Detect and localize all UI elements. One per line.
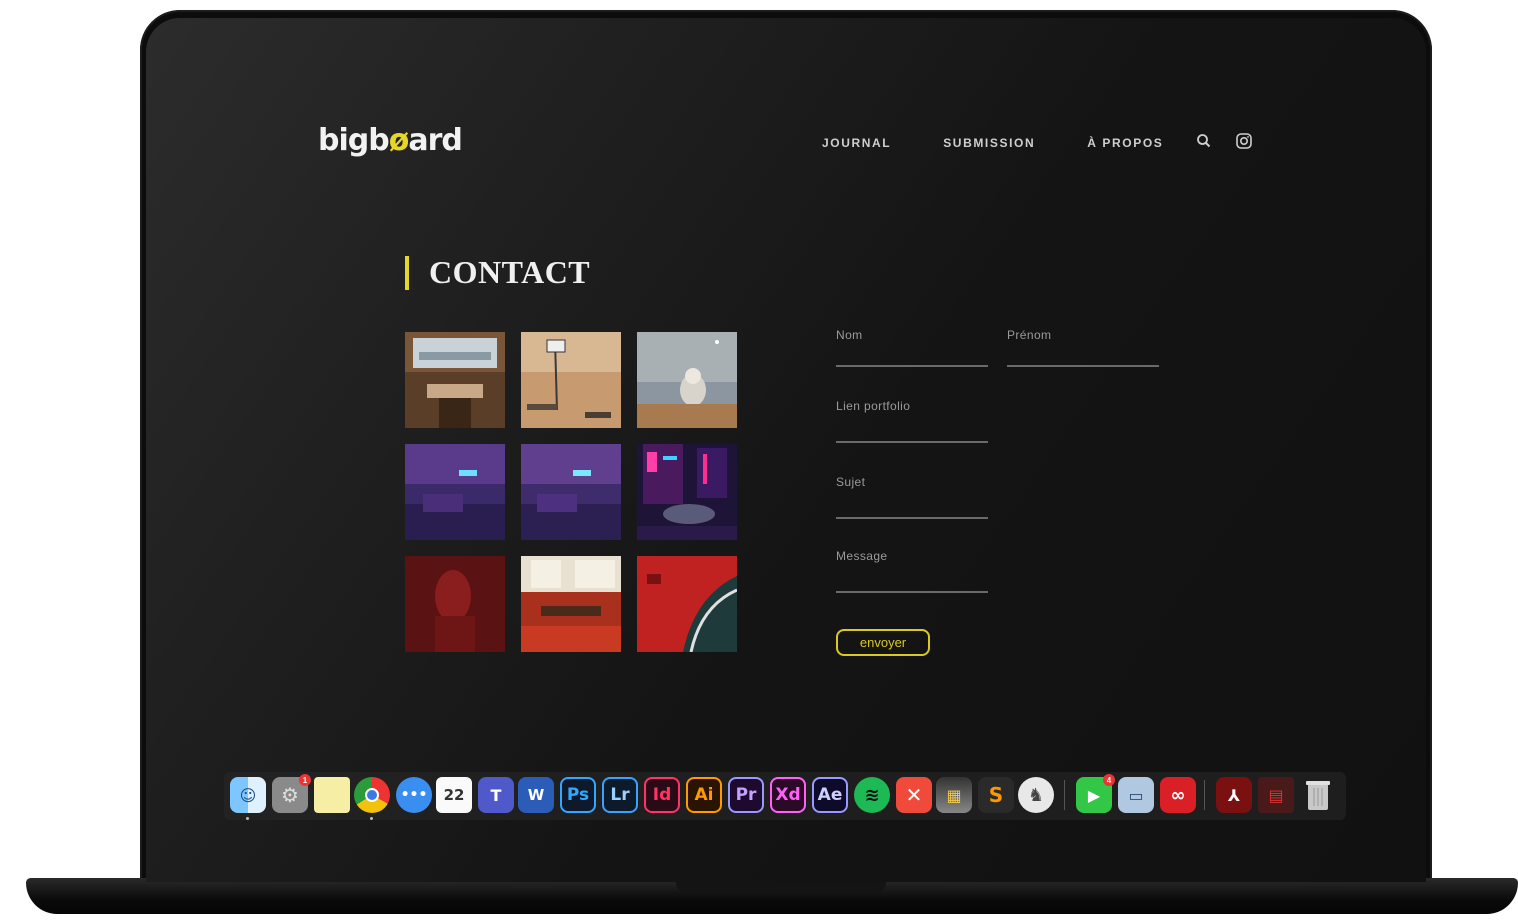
nom-input[interactable]: [836, 344, 988, 364]
page-title: CONTACT: [429, 254, 591, 290]
search-icon[interactable]: [1195, 132, 1213, 150]
elephant-app-icon[interactable]: ♞: [1018, 777, 1054, 813]
laptop-notch: [676, 880, 886, 894]
facetime-badge: 4: [1103, 774, 1115, 786]
dock-separator-2: [1204, 780, 1205, 810]
dock-separator: [1064, 780, 1065, 810]
submit-button[interactable]: envoyer: [836, 629, 930, 656]
portfolio-label: Lien portfolio: [836, 399, 911, 413]
illustrator-icon[interactable]: Ai: [686, 777, 722, 813]
nom-label: Nom: [836, 328, 863, 342]
logo-accent: ø: [388, 123, 410, 158]
logo-text-1: bigb: [318, 123, 390, 158]
calendar-icon[interactable]: 22: [436, 777, 472, 813]
nav-journal[interactable]: JOURNAL: [822, 136, 891, 150]
nom-underline: [836, 365, 988, 367]
message-input[interactable]: [836, 567, 988, 587]
calendar-day: 22: [443, 786, 465, 804]
main-nav: JOURNAL SUBMISSION À PROPOS: [822, 136, 1215, 150]
sujet-input[interactable]: [836, 493, 988, 513]
after-effects-icon[interactable]: Ae: [812, 777, 848, 813]
gallery-image-neon-room-1[interactable]: [405, 444, 505, 540]
sublime-icon[interactable]: S: [978, 777, 1014, 813]
prenom-field: Prénom: [1007, 328, 1159, 368]
message-underline: [836, 591, 988, 593]
portfolio-field: Lien portfolio: [836, 399, 988, 443]
portfolio-input[interactable]: [836, 417, 988, 437]
gallery-image-red-statue[interactable]: [405, 556, 505, 652]
teams-icon[interactable]: T: [478, 777, 514, 813]
finder-icon[interactable]: ☺: [230, 777, 266, 820]
logo-text-2: ard: [408, 123, 463, 158]
nav-submission[interactable]: SUBMISSION: [943, 136, 1035, 150]
nav-a-propos[interactable]: À PROPOS: [1087, 136, 1163, 150]
message-field: Message: [836, 549, 988, 593]
notes-icon[interactable]: [314, 777, 350, 813]
dock: ☺ ⚙ 1 ••• 22 T W Ps Lr Id Ai Pr Xd Ae ≋ ✕…: [224, 772, 1346, 820]
nom-field: Nom: [836, 328, 988, 368]
gallery-image-neon-room-2[interactable]: [521, 444, 621, 540]
preview-icon[interactable]: ▭: [1118, 777, 1154, 813]
lightroom-icon[interactable]: Lr: [602, 777, 638, 813]
title-accent-bar: [405, 256, 409, 290]
premiere-icon[interactable]: Pr: [728, 777, 764, 813]
gallery-image-astronaut-meadow[interactable]: [637, 332, 737, 428]
sujet-field: Sujet: [836, 475, 988, 519]
prenom-input[interactable]: [1007, 344, 1159, 364]
documents-folder-icon[interactable]: ▤: [1258, 777, 1294, 813]
system-preferences-icon[interactable]: ⚙ 1: [272, 774, 311, 813]
gallery-image-room-interior[interactable]: [405, 332, 505, 428]
site-logo[interactable]: bigbøard: [318, 123, 463, 158]
final-cut-icon[interactable]: ▦: [936, 777, 972, 813]
creative-cloud-icon[interactable]: ∞: [1160, 777, 1196, 813]
trash-icon[interactable]: [1300, 777, 1336, 813]
prenom-underline: [1007, 365, 1159, 367]
messages-icon[interactable]: •••: [396, 777, 432, 813]
facetime-icon[interactable]: ▶ 4: [1076, 774, 1115, 813]
sujet-underline: [836, 517, 988, 519]
xmind-icon[interactable]: ✕: [896, 777, 932, 813]
settings-badge: 1: [299, 774, 311, 786]
screen: bigbøard JOURNAL SUBMISSION À PROPOS CON…: [146, 18, 1426, 882]
instagram-icon[interactable]: [1235, 132, 1253, 150]
acrobat-icon[interactable]: ⅄: [1216, 777, 1252, 813]
xd-icon[interactable]: Xd: [770, 777, 806, 813]
gallery-image-desert-hoop[interactable]: [521, 332, 621, 428]
gallery-image-neon-city-car[interactable]: [637, 444, 737, 540]
spotify-icon[interactable]: ≋: [854, 777, 890, 813]
photoshop-icon[interactable]: Ps: [560, 777, 596, 813]
gallery-image-red-car-window[interactable]: [637, 556, 737, 652]
word-icon[interactable]: W: [518, 777, 554, 813]
message-label: Message: [836, 549, 888, 563]
indesign-icon[interactable]: Id: [644, 777, 680, 813]
chrome-icon[interactable]: [354, 777, 390, 820]
prenom-label: Prénom: [1007, 328, 1052, 342]
gallery-image-red-diner[interactable]: [521, 556, 621, 652]
sujet-label: Sujet: [836, 475, 866, 489]
portfolio-underline: [836, 441, 988, 443]
